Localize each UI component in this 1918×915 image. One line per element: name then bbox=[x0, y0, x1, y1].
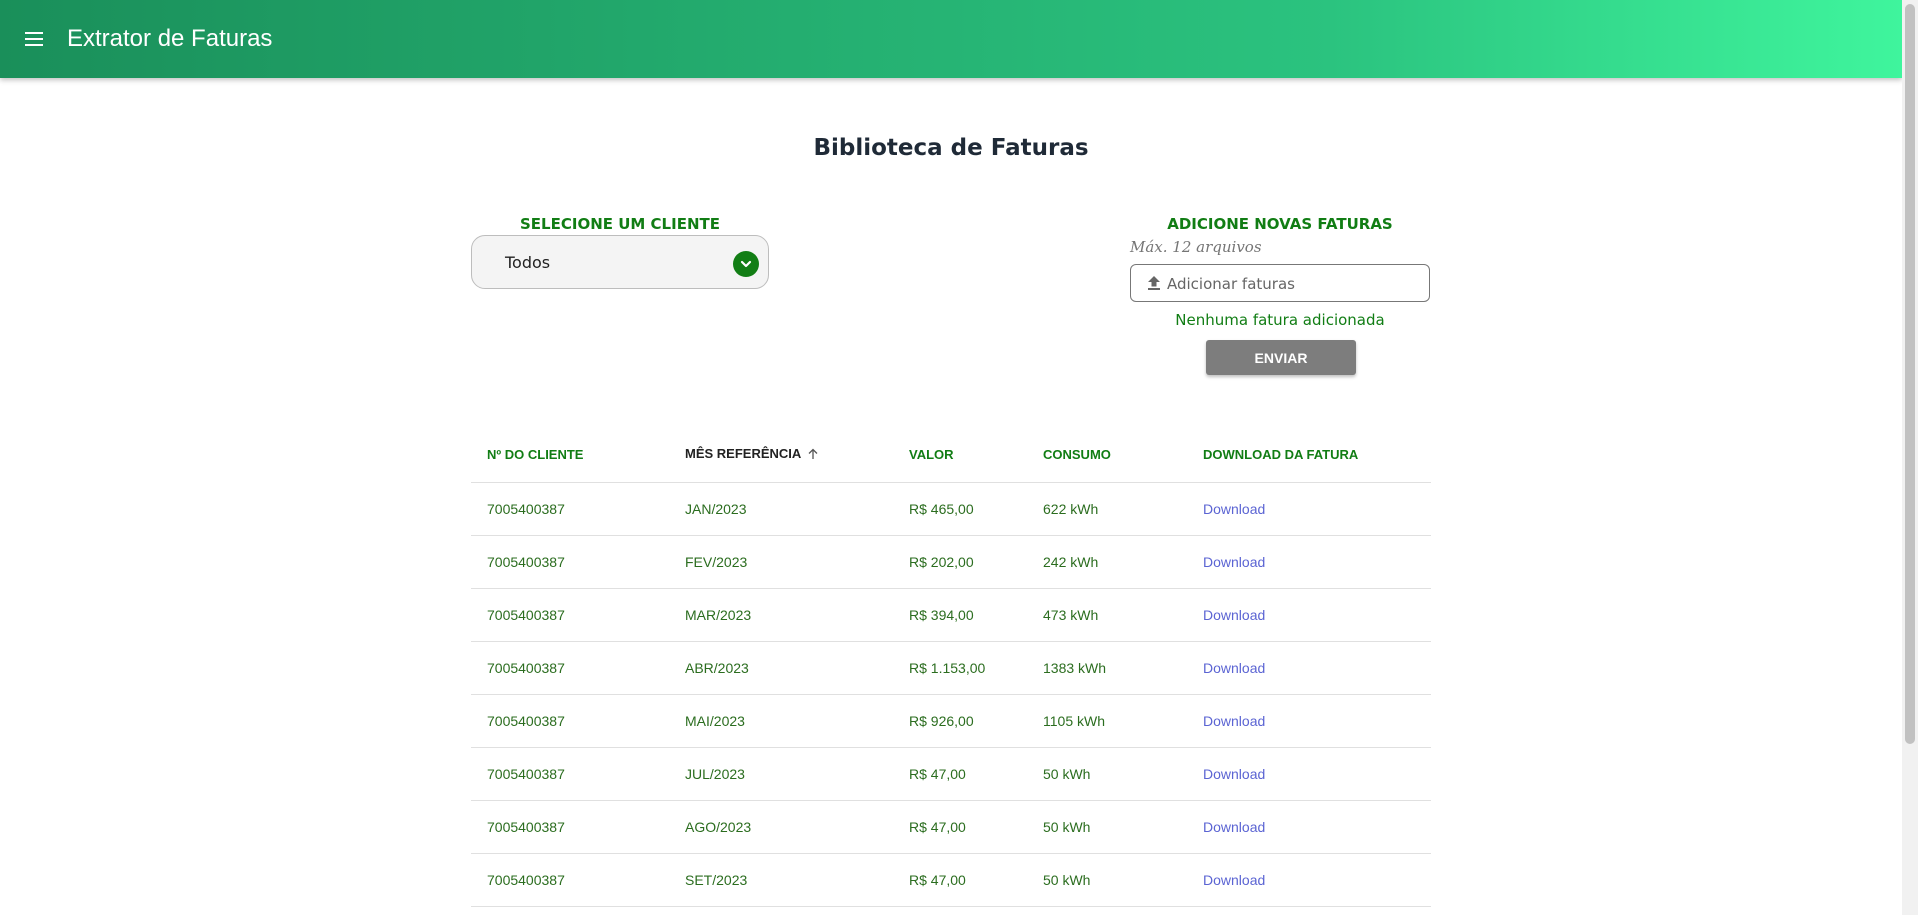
upload-label: ADICIONE NOVAS FATURAS bbox=[1167, 215, 1393, 233]
hamburger-menu-icon[interactable] bbox=[20, 25, 48, 53]
page-title: Biblioteca de Faturas bbox=[813, 135, 1089, 161]
cell-client-number: 7005400387 bbox=[471, 853, 669, 907]
cell-reference-month: JUL/2023 bbox=[669, 747, 893, 801]
cell-consumption: 50 kWh bbox=[1027, 853, 1187, 907]
app-title: Extrator de Faturas bbox=[67, 25, 273, 52]
cell-download: Download bbox=[1187, 747, 1431, 801]
client-select-label: SELECIONE UM CLIENTE bbox=[520, 215, 720, 233]
cell-consumption: 242 kWh bbox=[1027, 535, 1187, 589]
cell-client-number: 7005400387 bbox=[471, 588, 669, 642]
upload-hint: Máx. 12 arquivos bbox=[1130, 238, 1262, 256]
column-header-client-number[interactable]: Nº DO CLIENTE bbox=[471, 426, 669, 483]
upload-icon bbox=[1147, 275, 1161, 296]
cell-value: R$ 47,00 bbox=[893, 853, 1027, 907]
upload-status: Nenhuma fatura adicionada bbox=[1175, 311, 1385, 329]
cell-value: R$ 926,00 bbox=[893, 694, 1027, 748]
sort-ascending-icon bbox=[807, 448, 819, 463]
cell-reference-month: FEV/2023 bbox=[669, 535, 893, 589]
column-header-reference-month[interactable]: MÊS REFERÊNCIA bbox=[669, 426, 893, 483]
download-link[interactable]: Download bbox=[1203, 713, 1265, 729]
table-row: 7005400387 MAR/2023 R$ 394,00 473 kWh Do… bbox=[471, 588, 1431, 642]
table-row: 7005400387 JUL/2023 R$ 47,00 50 kWh Down… bbox=[471, 747, 1431, 801]
cell-reference-month: JAN/2023 bbox=[669, 482, 893, 536]
scrollbar-thumb[interactable] bbox=[1905, 4, 1915, 744]
download-link[interactable]: Download bbox=[1203, 819, 1265, 835]
cell-value: R$ 1.153,00 bbox=[893, 641, 1027, 695]
cell-download: Download bbox=[1187, 535, 1431, 589]
app-bar: Extrator de Faturas bbox=[0, 0, 1902, 78]
cell-consumption: 622 kWh bbox=[1027, 482, 1187, 536]
cell-value: R$ 465,00 bbox=[893, 482, 1027, 536]
cell-consumption: 473 kWh bbox=[1027, 588, 1187, 642]
cell-reference-month: MAR/2023 bbox=[669, 588, 893, 642]
cell-consumption: 1105 kWh bbox=[1027, 694, 1187, 748]
table-row: 7005400387 AGO/2023 R$ 47,00 50 kWh Down… bbox=[471, 800, 1431, 854]
cell-consumption: 1383 kWh bbox=[1027, 641, 1187, 695]
cell-consumption: 50 kWh bbox=[1027, 747, 1187, 801]
cell-consumption: 50 kWh bbox=[1027, 800, 1187, 854]
cell-reference-month: AGO/2023 bbox=[669, 800, 893, 854]
cell-value: R$ 47,00 bbox=[893, 800, 1027, 854]
column-header-consumption[interactable]: CONSUMO bbox=[1027, 426, 1187, 483]
cell-value: R$ 202,00 bbox=[893, 535, 1027, 589]
column-header-value[interactable]: VALOR bbox=[893, 426, 1027, 483]
file-upload-input[interactable]: Adicionar faturas bbox=[1130, 264, 1430, 302]
cell-download: Download bbox=[1187, 800, 1431, 854]
table-header-row: Nº DO CLIENTE MÊS REFERÊNCIA VALOR CONSU… bbox=[471, 426, 1431, 483]
cell-client-number: 7005400387 bbox=[471, 535, 669, 589]
cell-client-number: 7005400387 bbox=[471, 694, 669, 748]
table-row: 7005400387 JAN/2023 R$ 465,00 622 kWh Do… bbox=[471, 482, 1431, 536]
download-link[interactable]: Download bbox=[1203, 554, 1265, 570]
client-select-value: Todos bbox=[505, 253, 551, 272]
download-link[interactable]: Download bbox=[1203, 766, 1265, 782]
column-header-download[interactable]: DOWNLOAD DA FATURA bbox=[1187, 426, 1431, 483]
cell-download: Download bbox=[1187, 694, 1431, 748]
cell-download: Download bbox=[1187, 588, 1431, 642]
cell-reference-month: SET/2023 bbox=[669, 853, 893, 907]
download-link[interactable]: Download bbox=[1203, 660, 1265, 676]
send-button[interactable]: ENVIAR bbox=[1206, 340, 1356, 375]
cell-client-number: 7005400387 bbox=[471, 800, 669, 854]
invoices-table: Nº DO CLIENTE MÊS REFERÊNCIA VALOR CONSU… bbox=[471, 426, 1431, 907]
table-row: 7005400387 SET/2023 R$ 47,00 50 kWh Down… bbox=[471, 853, 1431, 907]
table-row: 7005400387 ABR/2023 R$ 1.153,00 1383 kWh… bbox=[471, 641, 1431, 695]
cell-download: Download bbox=[1187, 641, 1431, 695]
chevron-down-icon[interactable] bbox=[733, 251, 759, 277]
cell-reference-month: ABR/2023 bbox=[669, 641, 893, 695]
table-row: 7005400387 MAI/2023 R$ 926,00 1105 kWh D… bbox=[471, 694, 1431, 748]
cell-download: Download bbox=[1187, 853, 1431, 907]
download-link[interactable]: Download bbox=[1203, 501, 1265, 517]
file-upload-placeholder: Adicionar faturas bbox=[1167, 275, 1295, 293]
download-link[interactable]: Download bbox=[1203, 872, 1265, 888]
table-row: 7005400387 FEV/2023 R$ 202,00 242 kWh Do… bbox=[471, 535, 1431, 589]
cell-client-number: 7005400387 bbox=[471, 747, 669, 801]
cell-client-number: 7005400387 bbox=[471, 641, 669, 695]
download-link[interactable]: Download bbox=[1203, 607, 1265, 623]
client-select[interactable]: Todos bbox=[471, 235, 769, 289]
cell-value: R$ 47,00 bbox=[893, 747, 1027, 801]
cell-value: R$ 394,00 bbox=[893, 588, 1027, 642]
cell-client-number: 7005400387 bbox=[471, 482, 669, 536]
cell-reference-month: MAI/2023 bbox=[669, 694, 893, 748]
cell-download: Download bbox=[1187, 482, 1431, 536]
page-scrollbar[interactable] bbox=[1902, 0, 1918, 915]
